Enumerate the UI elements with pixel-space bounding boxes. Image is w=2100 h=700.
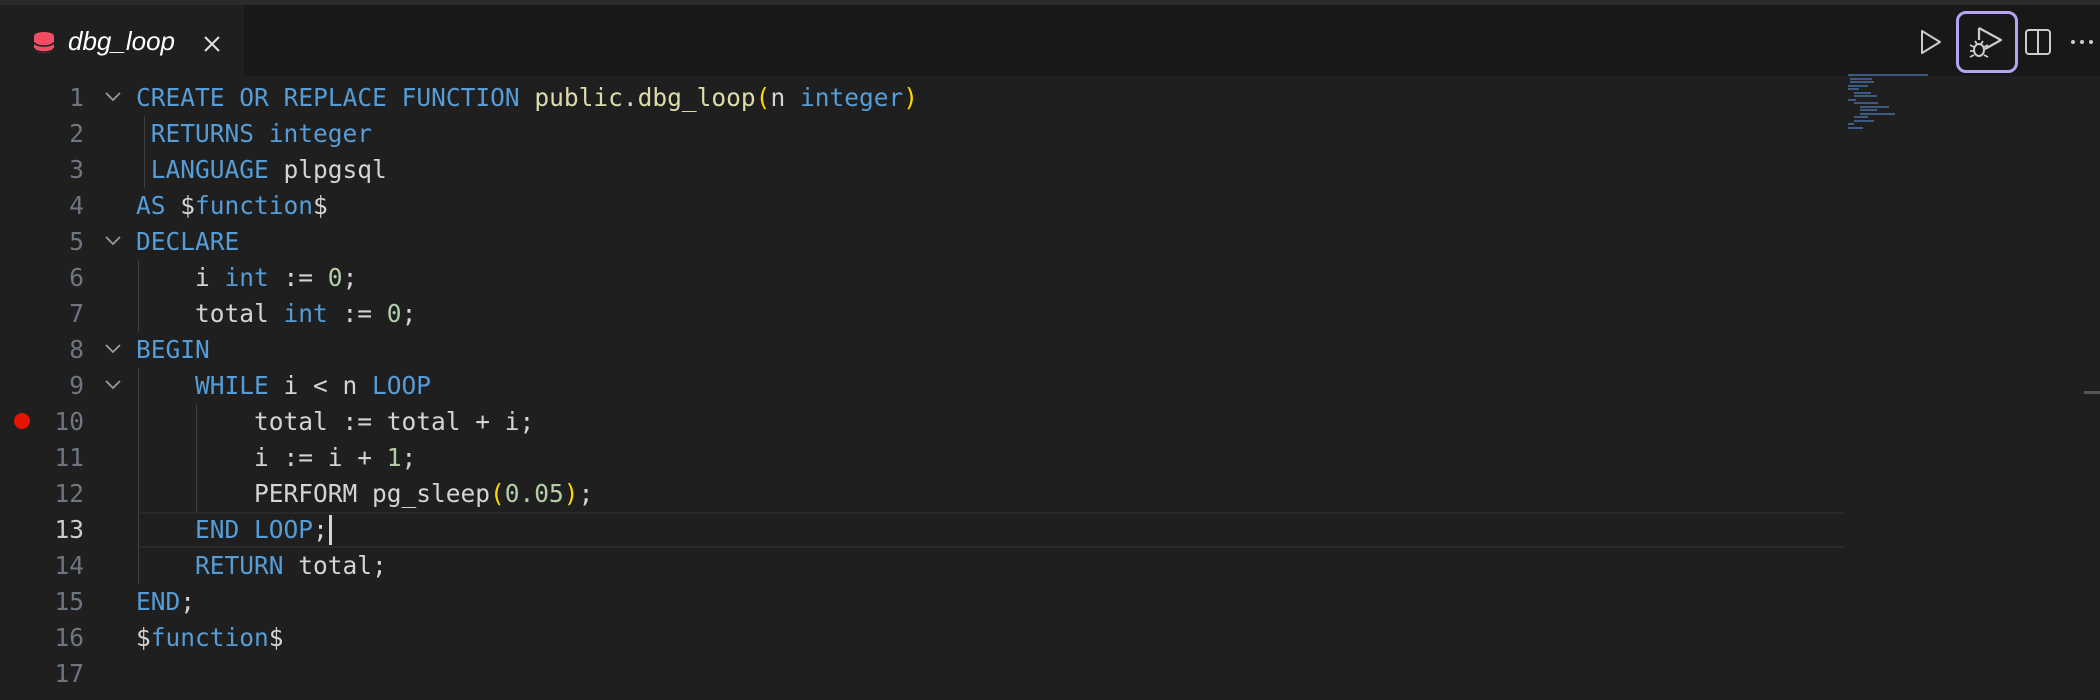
line-number: 12 — [54, 479, 84, 508]
line-number: 2 — [69, 119, 84, 148]
code-text: DECLARE — [136, 227, 240, 256]
code-line[interactable]: 14 RETURN total; — [0, 548, 1845, 584]
minimap-line — [1848, 126, 1863, 129]
line-number: 7 — [69, 299, 84, 328]
code-text: $function$ — [136, 623, 284, 652]
indent-guide — [138, 368, 139, 584]
minimap-line — [1849, 77, 1872, 80]
minimap[interactable] — [1848, 74, 1968, 154]
scrollbar-marker[interactable] — [2084, 391, 2100, 394]
play-icon — [1921, 30, 1941, 54]
code-line[interactable]: 8 BEGIN — [0, 332, 1845, 368]
minimap-line — [1848, 84, 1868, 87]
minimap-line — [1848, 98, 1856, 101]
line-number: 16 — [54, 623, 84, 652]
code-text: BEGIN — [136, 335, 210, 364]
code-line[interactable]: 6 i int := 0; — [0, 260, 1845, 296]
chevron-down-icon[interactable] — [103, 234, 123, 248]
code-text: AS $function$ — [136, 191, 328, 220]
code-line[interactable]: 7 total int := 0; — [0, 296, 1845, 332]
chevron-down-icon[interactable] — [103, 378, 123, 392]
indent-guide — [138, 260, 139, 332]
minimap-line — [1854, 119, 1874, 122]
line-number: 15 — [54, 587, 84, 616]
debug-button[interactable] — [1956, 11, 2018, 73]
code-line[interactable]: 15 END; — [0, 584, 1845, 620]
split-editor-icon — [2025, 29, 2051, 55]
minimap-line — [1860, 109, 1877, 111]
code-text: PERFORM pg_sleep(0.05); — [136, 479, 594, 508]
minimap-line — [1854, 95, 1877, 97]
indent-guide — [196, 404, 198, 512]
minimap-line — [1854, 91, 1871, 94]
code-line[interactable]: 2 RETURNS integer — [0, 116, 1845, 152]
line-number: 17 — [54, 659, 84, 688]
debug-play-icon — [1969, 27, 2003, 58]
code-line[interactable]: 12 PERFORM pg_sleep(0.05); — [0, 476, 1845, 512]
minimap-line — [1849, 81, 1874, 83]
minimap-line — [1848, 123, 1854, 125]
line-number: 3 — [69, 155, 84, 184]
code-text: WHILE i < n LOOP — [195, 371, 432, 400]
line-number: 5 — [69, 227, 84, 256]
code-line[interactable]: 17 — [0, 656, 1845, 692]
database-icon — [33, 32, 55, 53]
tab-label: dbg_loop — [68, 26, 175, 56]
code-line[interactable]: 4 AS $function$ — [0, 188, 1845, 224]
code-text: END; — [136, 587, 196, 616]
run-button[interactable] — [1908, 20, 1952, 64]
chevron-down-icon[interactable] — [103, 90, 123, 104]
line-number: 10 — [54, 407, 84, 436]
minimap-line — [1848, 74, 1928, 76]
line-number: 6 — [69, 263, 84, 292]
minimap-line — [1854, 116, 1868, 118]
code-text: i int := 0; — [136, 263, 358, 292]
code-line[interactable]: 3 LANGUAGE plpgsql — [0, 152, 1845, 188]
line-number: 8 — [69, 335, 84, 364]
line-number: 11 — [54, 443, 84, 472]
code-text: LANGUAGE plpgsql — [150, 155, 387, 184]
line-number: 14 — [54, 551, 84, 580]
code-text: END LOOP; — [136, 515, 332, 545]
code-text: i := i + 1; — [136, 443, 417, 472]
line-number: 9 — [69, 371, 84, 400]
code-line[interactable]: 16 $function$ — [0, 620, 1845, 656]
code-text: RETURNS integer — [150, 119, 373, 148]
code-line[interactable]: 1 CREATE OR REPLACE FUNCTION public.dbg_l… — [0, 80, 1845, 116]
code-text: RETURN total; — [195, 551, 387, 580]
code-editor[interactable]: 1 CREATE OR REPLACE FUNCTION public.dbg_l… — [0, 76, 2100, 700]
editor-window: dbg_loop 1 CREATE OR REPLACE FUNCTION pu… — [0, 0, 2100, 700]
code-line[interactable]: 10 total := total + i; — [0, 404, 1845, 440]
chevron-down-icon[interactable] — [103, 342, 123, 356]
ellipsis-icon — [2071, 40, 2093, 44]
minimap-line — [1860, 112, 1895, 115]
code-line[interactable]: 9 WHILE i < n LOOP — [0, 368, 1845, 404]
indent-guide — [143, 116, 145, 188]
code-text: total int := 0; — [136, 299, 417, 328]
line-number: 4 — [69, 191, 84, 220]
line-number: 13 — [54, 515, 84, 544]
tab-dbg-loop[interactable]: dbg_loop — [0, 5, 244, 76]
minimap-line — [1848, 88, 1859, 90]
line-number: 1 — [69, 83, 84, 112]
minimap-line — [1860, 105, 1889, 108]
text-cursor — [328, 515, 332, 545]
tab-bar: dbg_loop — [0, 5, 2100, 76]
code-text: CREATE OR REPLACE FUNCTION public.dbg_lo… — [136, 83, 918, 112]
code-line[interactable]: 11 i := i + 1; — [0, 440, 1845, 476]
more-actions-button[interactable] — [2060, 20, 2100, 64]
minimap-line — [1854, 102, 1878, 104]
split-editor-button[interactable] — [2016, 20, 2060, 64]
close-icon[interactable] — [200, 32, 224, 56]
code-line[interactable]: 5 DECLARE — [0, 224, 1845, 260]
code-line[interactable]: 13 END LOOP; — [0, 512, 1845, 548]
